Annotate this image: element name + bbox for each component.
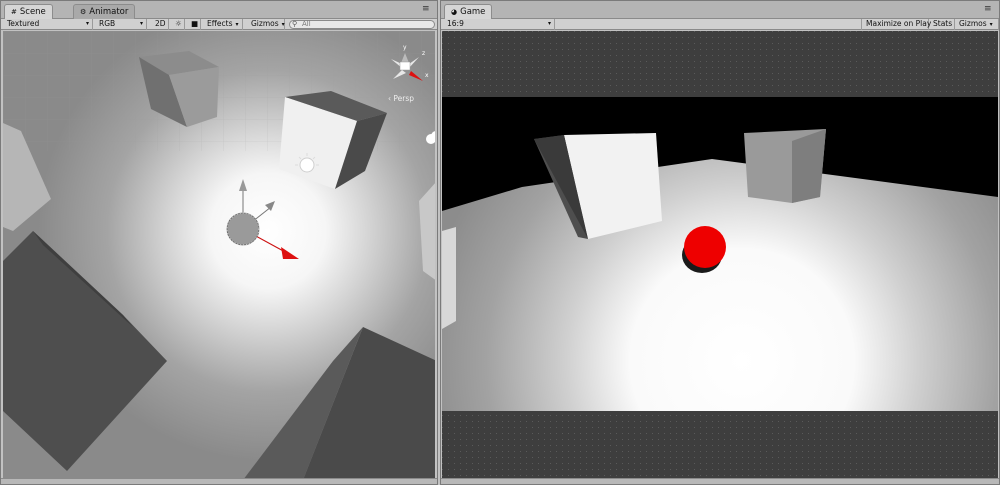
gizmo-x-label: x — [425, 72, 429, 79]
tab-scene[interactable]: # Scene — [4, 4, 53, 20]
stats-toggle[interactable]: Stats — [929, 19, 955, 30]
scene-panel-menu-icon[interactable]: ≡ — [422, 4, 429, 14]
dropdown-arrow-icon: ▾ — [547, 20, 551, 27]
gizmo-center-cube[interactable] — [399, 61, 411, 71]
animator-icon: ⚙ — [80, 8, 87, 16]
aspect-ratio-dropdown[interactable]: 16:9 ▾ — [443, 19, 555, 30]
hierarchy-search-input[interactable]: ⚲ All — [289, 20, 435, 29]
game-panel-menu-icon[interactable]: ≡ — [984, 4, 991, 14]
game-ground — [442, 159, 998, 411]
tab-game[interactable]: ◕ Game — [444, 4, 493, 20]
scene-hash-icon: # — [11, 8, 17, 16]
scene-tabbar: # Scene ⚙ Animator ≡ — [1, 1, 437, 20]
effects-dropdown[interactable]: Effects ▾ — [203, 19, 243, 30]
gizmo-y-label: y — [403, 44, 407, 51]
maximize-on-play-toggle[interactable]: Maximize on Play — [861, 19, 931, 30]
search-icon: ⚲ — [292, 20, 298, 28]
scene-render: y z x — [3, 31, 435, 478]
game-viewport[interactable] — [442, 31, 998, 478]
game-pacman-icon: ◕ — [451, 8, 458, 16]
gizmos-dropdown[interactable]: Gizmos ▾ — [247, 19, 285, 30]
dropdown-arrow-icon: ▾ — [235, 21, 239, 28]
2d-toggle-button[interactable]: 2D — [151, 19, 169, 30]
game-red-sphere — [684, 226, 726, 268]
dropdown-arrow-icon: ▾ — [281, 21, 285, 28]
lighting-toggle-button[interactable]: ☼ — [171, 19, 185, 30]
scene-toolbar: Textured ▾ RGB ▾ 2D ☼ ■ Effects ▾ Gizmos ▾ ⚲… — [1, 19, 437, 30]
game-tabbar: ◕ Game ≡ — [441, 1, 999, 20]
render-mode-dropdown[interactable]: RGB ▾ — [95, 19, 147, 30]
scene-bottom-bar — [1, 478, 437, 484]
letterbox-top — [442, 31, 998, 97]
draw-mode-dropdown[interactable]: Textured ▾ — [3, 19, 93, 30]
audio-toggle-button[interactable]: ■ — [187, 19, 201, 30]
gizmo-z-label: z — [422, 50, 425, 57]
game-cube-back — [744, 129, 826, 203]
tab-animator[interactable]: ⚙ Animator — [73, 4, 136, 19]
game-panel: ◕ Game ≡ 16:9 ▾ Maximize on Play Stats Giz… — [440, 0, 1000, 485]
scene-panel: # Scene ⚙ Animator ≡ Textured ▾ RGB ▾ 2D ☼ ■… — [0, 0, 438, 485]
game-toolbar: 16:9 ▾ Maximize on Play Stats Gizmos ▾ — [441, 19, 999, 30]
game-bottom-bar — [441, 478, 999, 484]
letterbox-bottom — [442, 411, 998, 478]
scene-viewport[interactable]: y z x ‹ Persp — [3, 31, 435, 478]
game-gizmos-dropdown[interactable]: Gizmos ▾ — [955, 19, 999, 30]
projection-label[interactable]: ‹ Persp — [388, 94, 414, 103]
game-render — [442, 31, 998, 478]
dropdown-arrow-icon: ▾ — [989, 21, 993, 28]
game-wall-left — [442, 227, 456, 329]
audio-icon: ■ — [191, 19, 199, 28]
dropdown-arrow-icon: ▾ — [139, 20, 143, 27]
dropdown-arrow-icon: ▾ — [85, 20, 89, 27]
sun-icon: ☼ — [175, 19, 182, 28]
